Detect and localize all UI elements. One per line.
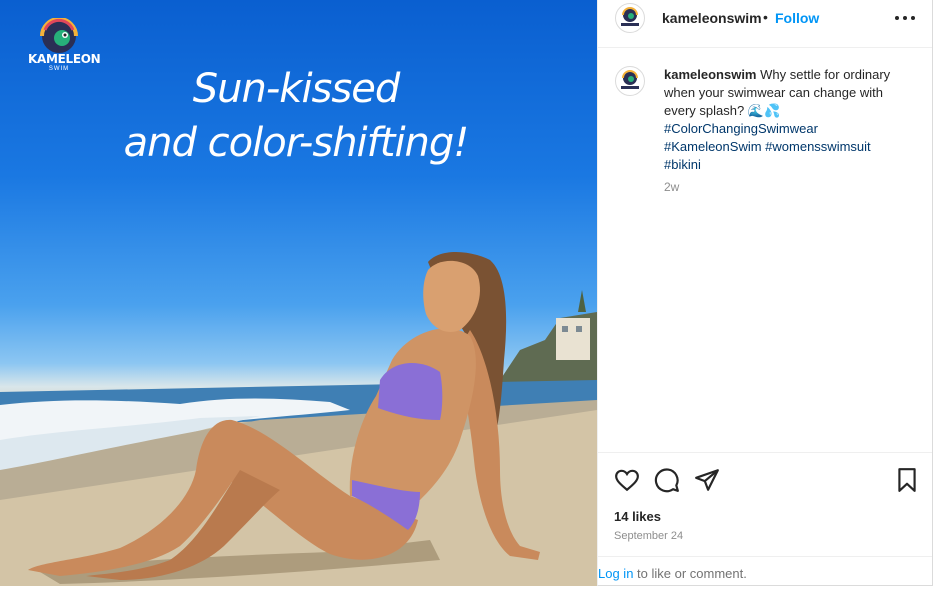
- dot: [895, 16, 899, 20]
- caption-text: kameleonswim Why settle for ordinary whe…: [664, 66, 904, 174]
- login-prompt: Log in to like or comment.: [598, 556, 932, 586]
- more-options-icon[interactable]: [895, 10, 917, 24]
- hashtag-link[interactable]: #ColorChangingSwimwear: [664, 121, 818, 136]
- headline-line-2: and color-shifting!: [123, 120, 470, 166]
- chameleon-logo-icon: [40, 17, 78, 53]
- brand-avatar-icon: [621, 7, 639, 26]
- heart-icon[interactable]: [614, 467, 640, 493]
- logo-text: KAMELEON: [28, 52, 101, 66]
- brand-logo: KAMELEON SWIM: [28, 17, 101, 76]
- dot: [911, 16, 915, 20]
- bookmark-icon[interactable]: [894, 467, 920, 493]
- separator-dot: •: [763, 9, 768, 25]
- post-image[interactable]: KAMELEON SWIM Sun-kissed and color-shift…: [0, 0, 597, 586]
- hashtag-link[interactable]: #bikini: [664, 157, 701, 172]
- post-sidebar: kameleonswim • Follow kameleonswim Why s…: [597, 0, 933, 586]
- post-date[interactable]: September 24: [614, 530, 683, 542]
- action-bar: 14 likes September 24: [598, 452, 932, 556]
- brand-avatar-icon: [621, 70, 639, 89]
- avatar[interactable]: [615, 3, 645, 33]
- header-username[interactable]: kameleonswim: [662, 10, 762, 26]
- headline-line-1: Sun-kissed: [192, 66, 400, 112]
- caption-avatar[interactable]: [615, 66, 645, 96]
- comment-icon[interactable]: [654, 467, 680, 493]
- post-age[interactable]: 2w: [664, 180, 679, 194]
- follow-button[interactable]: Follow: [775, 10, 819, 26]
- login-text: Log in to like or comment.: [598, 566, 747, 581]
- send-icon[interactable]: [694, 467, 720, 493]
- dot: [903, 16, 907, 20]
- logo-subtext: SWIM: [48, 66, 70, 72]
- hashtag-link[interactable]: #womensswimsuit: [765, 139, 870, 154]
- likes-count[interactable]: 14 likes: [614, 509, 661, 524]
- caption-username[interactable]: kameleonswim: [664, 67, 757, 82]
- hashtag-link[interactable]: #KameleonSwim: [664, 139, 762, 154]
- post-header: kameleonswim • Follow: [598, 0, 932, 48]
- login-link[interactable]: Log in: [598, 566, 633, 581]
- image-headline: Sun-kissed and color-shifting!: [96, 62, 496, 170]
- login-rest-text: to like or comment.: [633, 566, 747, 581]
